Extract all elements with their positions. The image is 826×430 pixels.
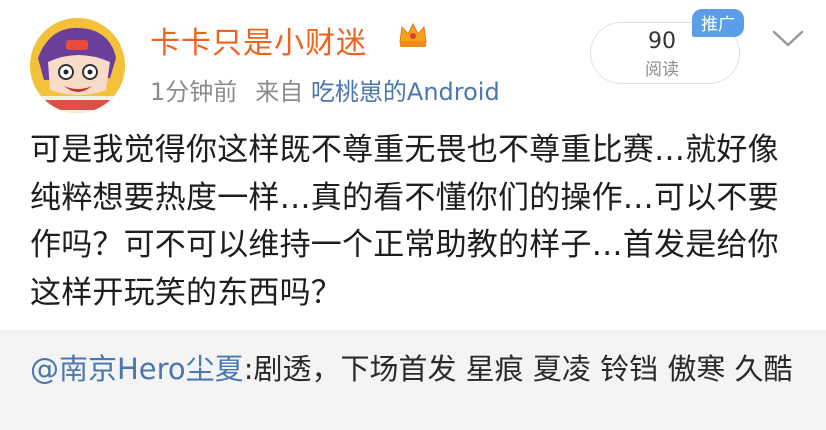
- repost-text: @南京Hero尘夏:剧透，下场首发 星痕 夏凌 铃铛 傲寒 久酷: [30, 348, 810, 390]
- promo-badge[interactable]: 推广: [692, 9, 744, 37]
- repost-mention-link[interactable]: @南京Hero尘夏: [30, 352, 244, 386]
- repost-body: :剧透，下场首发 星痕 夏凌 铃铛 傲寒 久酷: [243, 352, 793, 386]
- post-meta: 1分钟前 来自 吃桃崽的Android: [150, 72, 500, 107]
- author-name[interactable]: 卡卡只是小财迷: [150, 18, 367, 62]
- source-prefix: 来自: [255, 78, 304, 106]
- repost-divider: [0, 330, 826, 331]
- chevron-down-icon[interactable]: [768, 26, 808, 52]
- source-app-link[interactable]: 吃桃崽的Android: [311, 78, 500, 106]
- post-body: 可是我觉得你这样既不尊重无畏也不尊重比赛…就好像纯粹想要热度一样…真的看不懂你们…: [30, 132, 779, 311]
- crown-icon: [399, 22, 427, 47]
- cartoon-avatar-icon: [30, 18, 125, 113]
- read-label: 阅读: [645, 60, 679, 80]
- avatar[interactable]: [30, 18, 125, 113]
- post-time: 1分钟前: [150, 78, 238, 106]
